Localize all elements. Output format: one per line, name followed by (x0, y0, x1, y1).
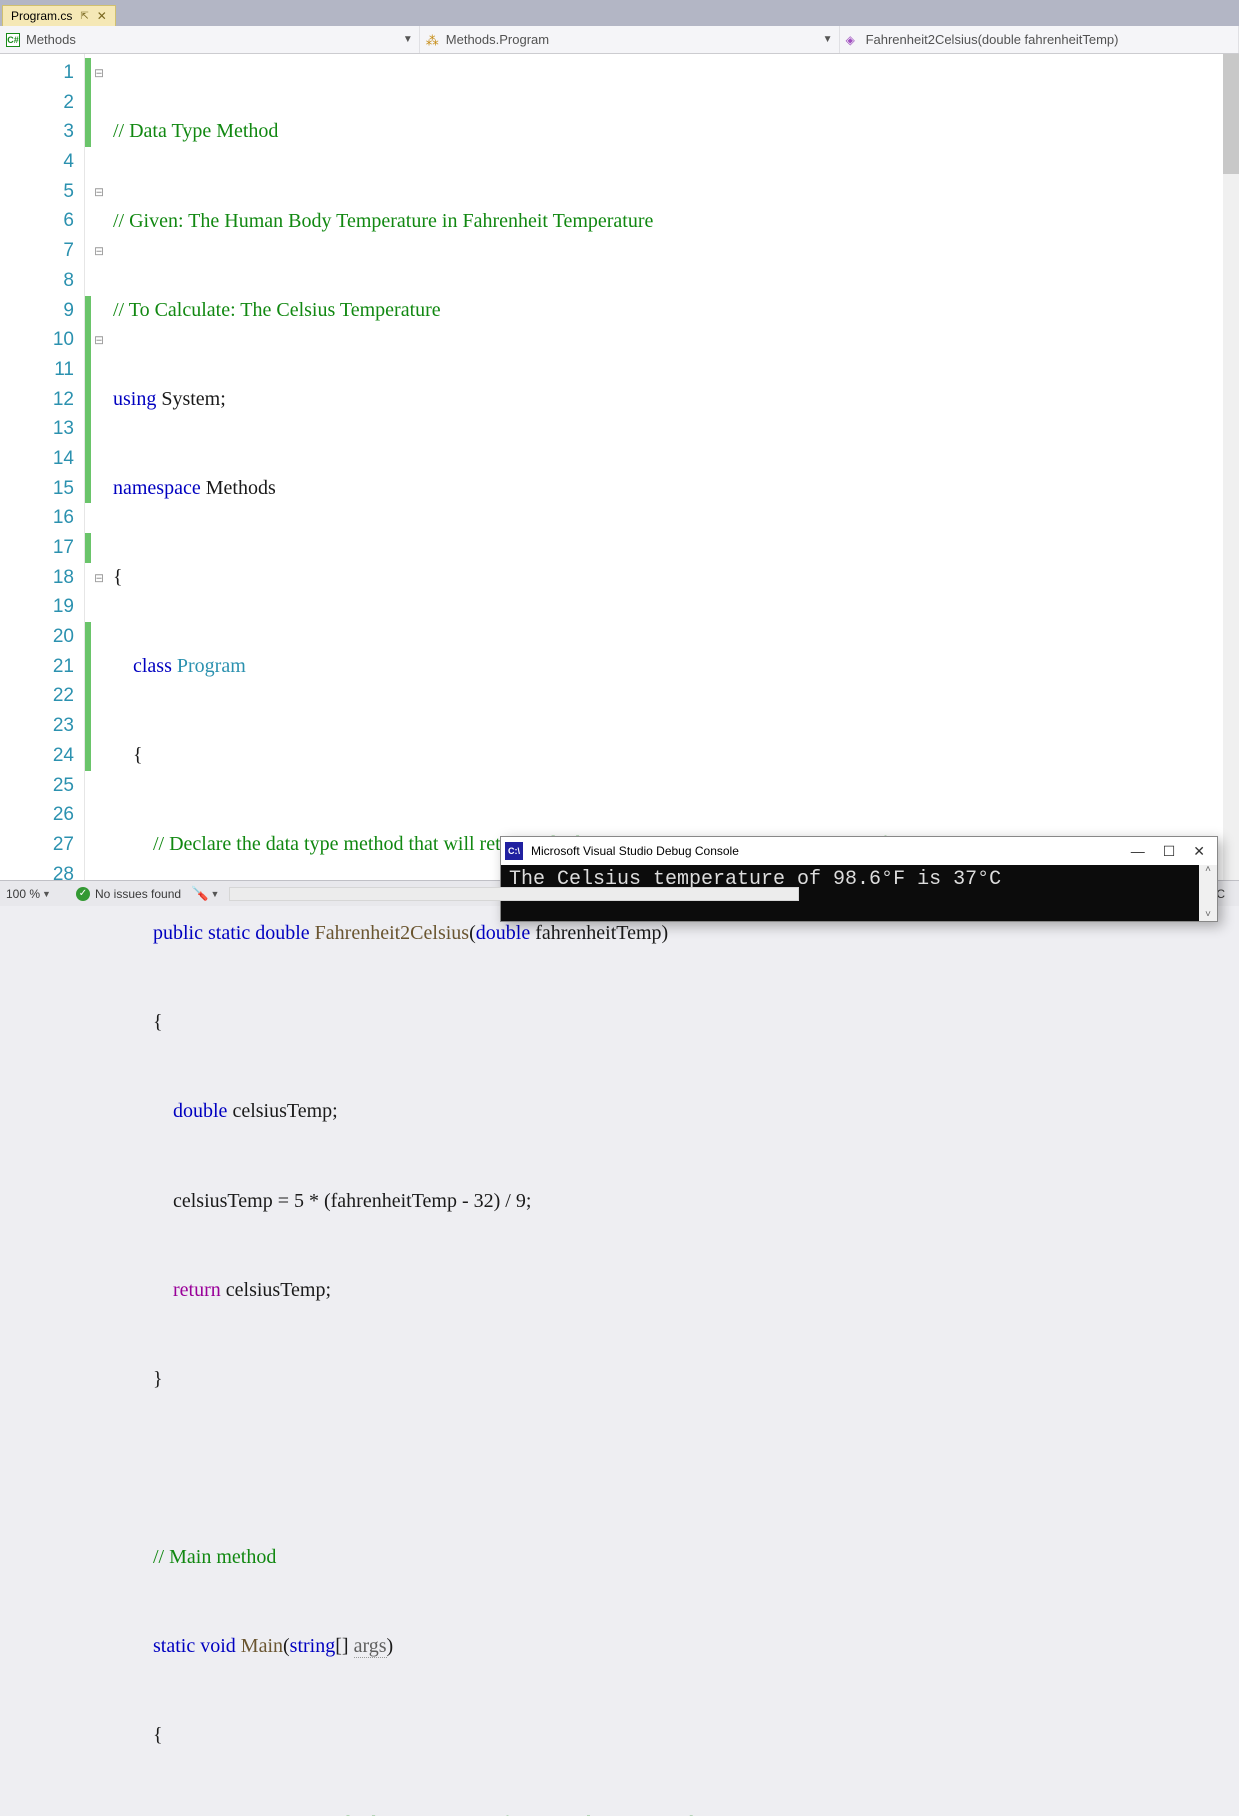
minimize-button[interactable]: — (1131, 843, 1145, 860)
console-titlebar[interactable]: C:\ Microsoft Visual Studio Debug Consol… (501, 837, 1217, 865)
maximize-button[interactable]: ☐ (1163, 843, 1176, 860)
scope-dropdown[interactable]: C# Methods ▼ (0, 26, 420, 53)
vertical-scrollbar[interactable] (1223, 54, 1239, 880)
console-title: Microsoft Visual Studio Debug Console (531, 844, 739, 858)
scroll-up-icon[interactable]: ˄ (1205, 865, 1211, 876)
close-button[interactable]: ✕ (1193, 843, 1205, 860)
code-content[interactable]: // Data Type Method // Given: The Human … (107, 54, 1239, 880)
class-dropdown[interactable]: ⁂ Methods.Program ▼ (420, 26, 840, 53)
scroll-down-icon[interactable]: ˅ (1205, 910, 1211, 921)
code-editor[interactable]: 1 2 3 4 5 6 7 8 9 10 11 12 13 14 15 16 1… (0, 54, 1239, 880)
scrollbar-thumb[interactable] (1223, 54, 1239, 174)
debug-console-window[interactable]: C:\ Microsoft Visual Studio Debug Consol… (500, 836, 1218, 922)
csharp-icon: C# (6, 33, 20, 47)
console-vertical-scrollbar[interactable]: ˄ ˅ (1199, 865, 1217, 921)
chevron-down-icon: ▼ (42, 889, 51, 899)
document-tab[interactable]: Program.cs ⇱ ✕ (2, 5, 116, 26)
class-label: Methods.Program (446, 32, 549, 47)
line-number-gutter: 1 2 3 4 5 6 7 8 9 10 11 12 13 14 15 16 1… (0, 54, 85, 880)
chevron-down-icon: ▼ (823, 34, 833, 45)
document-tab-bar: Program.cs ⇱ ✕ (0, 0, 1239, 26)
horizontal-scrollbar[interactable] (229, 887, 799, 901)
navigation-bar: C# Methods ▼ ⁂ Methods.Program ▼ ◈ Fahre… (0, 26, 1239, 54)
method-icon: ◈ (846, 33, 860, 47)
member-label: Fahrenheit2Celsius(double fahrenheitTemp… (866, 32, 1119, 47)
class-icon: ⁂ (426, 33, 440, 47)
pin-icon[interactable]: ⇱ (80, 11, 88, 22)
member-dropdown[interactable]: ◈ Fahrenheit2Celsius(double fahrenheitTe… (840, 26, 1239, 53)
scope-label: Methods (26, 32, 76, 47)
fold-column: ⊟ ⊟⊟ ⊟ ⊟ (91, 54, 107, 880)
console-icon: C:\ (505, 842, 523, 860)
close-icon[interactable]: ✕ (97, 9, 107, 23)
chevron-down-icon: ▼ (403, 34, 413, 45)
tab-title: Program.cs (11, 9, 72, 23)
